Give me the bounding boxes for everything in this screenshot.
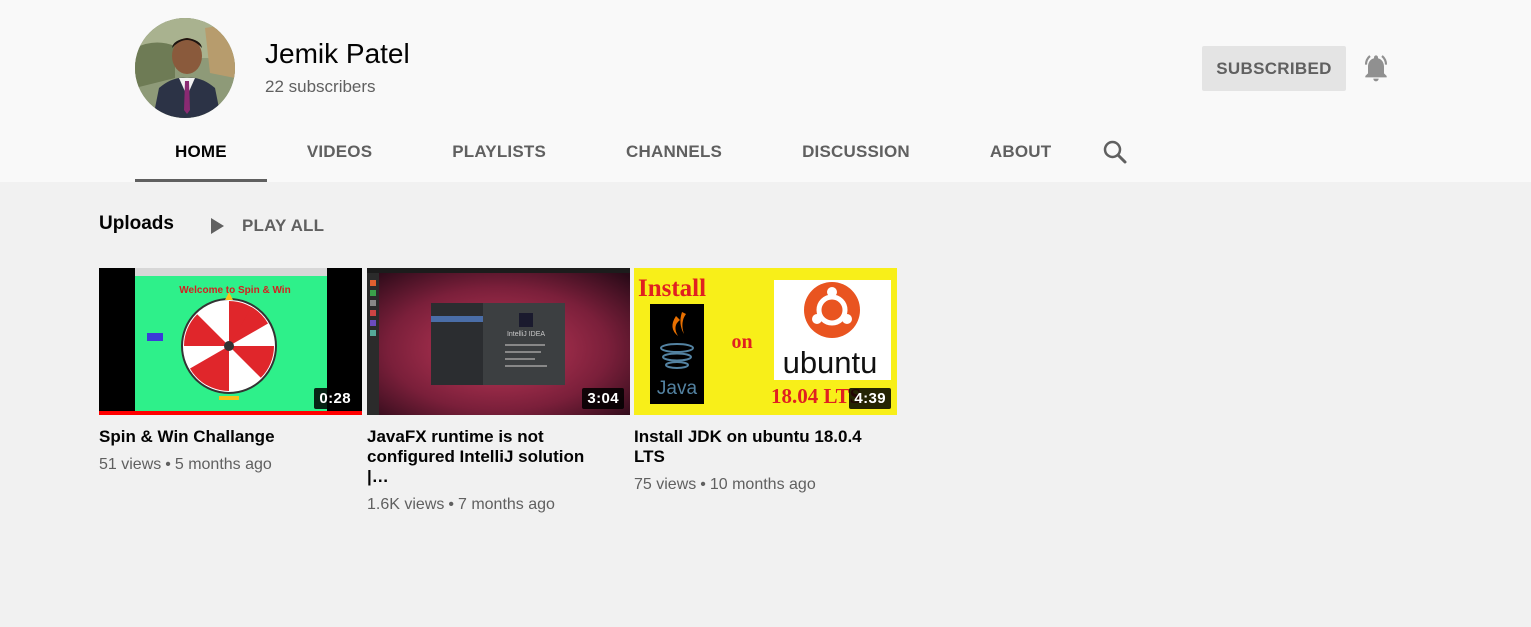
video-title[interactable]: Install JDK on ubuntu 18.0.4 LTS — [634, 427, 874, 467]
meta-separator: • — [165, 456, 171, 473]
thumbnail-java-text: Java — [657, 378, 698, 399]
upload-age: 10 months ago — [709, 476, 816, 493]
video-card[interactable]: IntelliJ IDEA 3:04 JavaFX runtime is not… — [367, 268, 630, 514]
tab-about[interactable]: ABOUT — [950, 122, 1091, 182]
video-thumbnail[interactable]: Install Java on ubuntu 18.04 LTS 4:39 — [634, 268, 897, 415]
upload-age: 5 months ago — [174, 456, 272, 473]
view-count: 75 views — [634, 476, 697, 493]
thumbnail-caption: Welcome to Spin & Win — [179, 285, 290, 296]
channel-name: Jemik Patel — [265, 38, 410, 69]
video-meta: 51 views • 5 months ago — [99, 456, 362, 474]
video-title[interactable]: Spin & Win Challange — [99, 427, 339, 447]
view-count: 1.6K views — [367, 496, 445, 513]
upload-age: 7 months ago — [457, 496, 555, 513]
thumbnail-caption: IntelliJ IDEA — [507, 331, 545, 338]
tab-videos[interactable]: VIDEOS — [267, 122, 412, 182]
play-all-button[interactable]: PLAY ALL — [206, 212, 324, 240]
tab-playlists[interactable]: PLAYLISTS — [412, 122, 586, 182]
video-meta: 75 views • 10 months ago — [634, 476, 897, 494]
tab-channels[interactable]: CHANNELS — [586, 122, 762, 182]
video-duration: 3:04 — [582, 388, 624, 409]
video-duration: 0:28 — [314, 388, 356, 409]
watched-progress-bar — [99, 411, 362, 415]
tab-home[interactable]: HOME — [135, 122, 267, 182]
view-count: 51 views — [99, 456, 162, 473]
video-duration: 4:39 — [849, 388, 891, 409]
video-title[interactable]: JavaFX runtime is not configured Intelli… — [367, 427, 607, 487]
play-all-label: PLAY ALL — [242, 216, 325, 235]
video-meta: 1.6K views • 7 months ago — [367, 496, 630, 514]
play-icon — [211, 218, 224, 234]
uploads-heading[interactable]: Uploads — [99, 213, 174, 235]
notification-bell-icon[interactable] — [1360, 52, 1392, 84]
tab-discussion[interactable]: DISCUSSION — [762, 122, 950, 182]
thumbnail-on-text: on — [731, 331, 752, 353]
channel-header: Jemik Patel 22 subscribers SUBSCRIBED HO… — [0, 0, 1531, 182]
video-thumbnail[interactable]: Welcome to Spin & Win 0:28 — [99, 268, 362, 415]
search-icon[interactable] — [1100, 137, 1130, 167]
thumbnail-version-text: 18.04 LTS — [771, 384, 861, 408]
subscribed-button[interactable]: SUBSCRIBED — [1202, 46, 1346, 91]
thumbnail-ubuntu-text: ubuntu — [783, 345, 878, 380]
channel-avatar[interactable] — [135, 18, 235, 118]
channel-tabs: HOME VIDEOS PLAYLISTS CHANNELS DISCUSSIO… — [135, 122, 1091, 182]
meta-separator: • — [700, 476, 706, 493]
video-card[interactable]: Install Java on ubuntu 18.04 LTS 4:39 In… — [634, 268, 897, 494]
subscriber-count: 22 subscribers — [265, 77, 376, 96]
video-card[interactable]: Welcome to Spin & Win 0:28 Spin & Win Ch… — [99, 268, 362, 474]
meta-separator: • — [448, 496, 454, 513]
video-thumbnail[interactable]: IntelliJ IDEA 3:04 — [367, 268, 630, 415]
thumbnail-install-text: Install — [638, 275, 706, 302]
